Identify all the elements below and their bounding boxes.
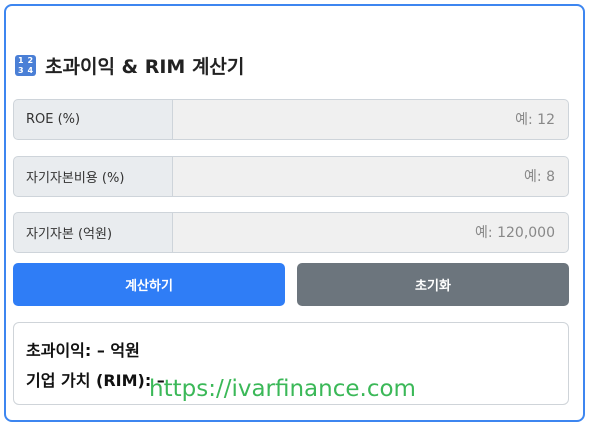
cost-of-equity-label: 자기자본비용 (%): [13, 156, 173, 197]
calculate-button[interactable]: 계산하기: [13, 263, 285, 306]
roe-label: ROE (%): [13, 99, 173, 140]
roe-input[interactable]: [173, 99, 569, 140]
excess-profit-result: 초과이익: – 억원: [26, 341, 140, 360]
roe-row: ROE (%): [13, 99, 569, 140]
watermark-url: https://ivarfinance.com: [149, 376, 416, 402]
page-title: 12 34 초과이익 & RIM 계산기: [15, 52, 244, 79]
input-numbers-icon: 12 34: [15, 55, 36, 76]
equity-row: 자기자본 (억원): [13, 212, 569, 253]
title-text: 초과이익 & RIM 계산기: [45, 56, 245, 78]
equity-input[interactable]: [173, 212, 569, 253]
cost-of-equity-row: 자기자본비용 (%): [13, 156, 569, 197]
cost-of-equity-input[interactable]: [173, 156, 569, 197]
equity-label: 자기자본 (억원): [13, 212, 173, 253]
reset-button[interactable]: 초기화: [297, 263, 569, 306]
